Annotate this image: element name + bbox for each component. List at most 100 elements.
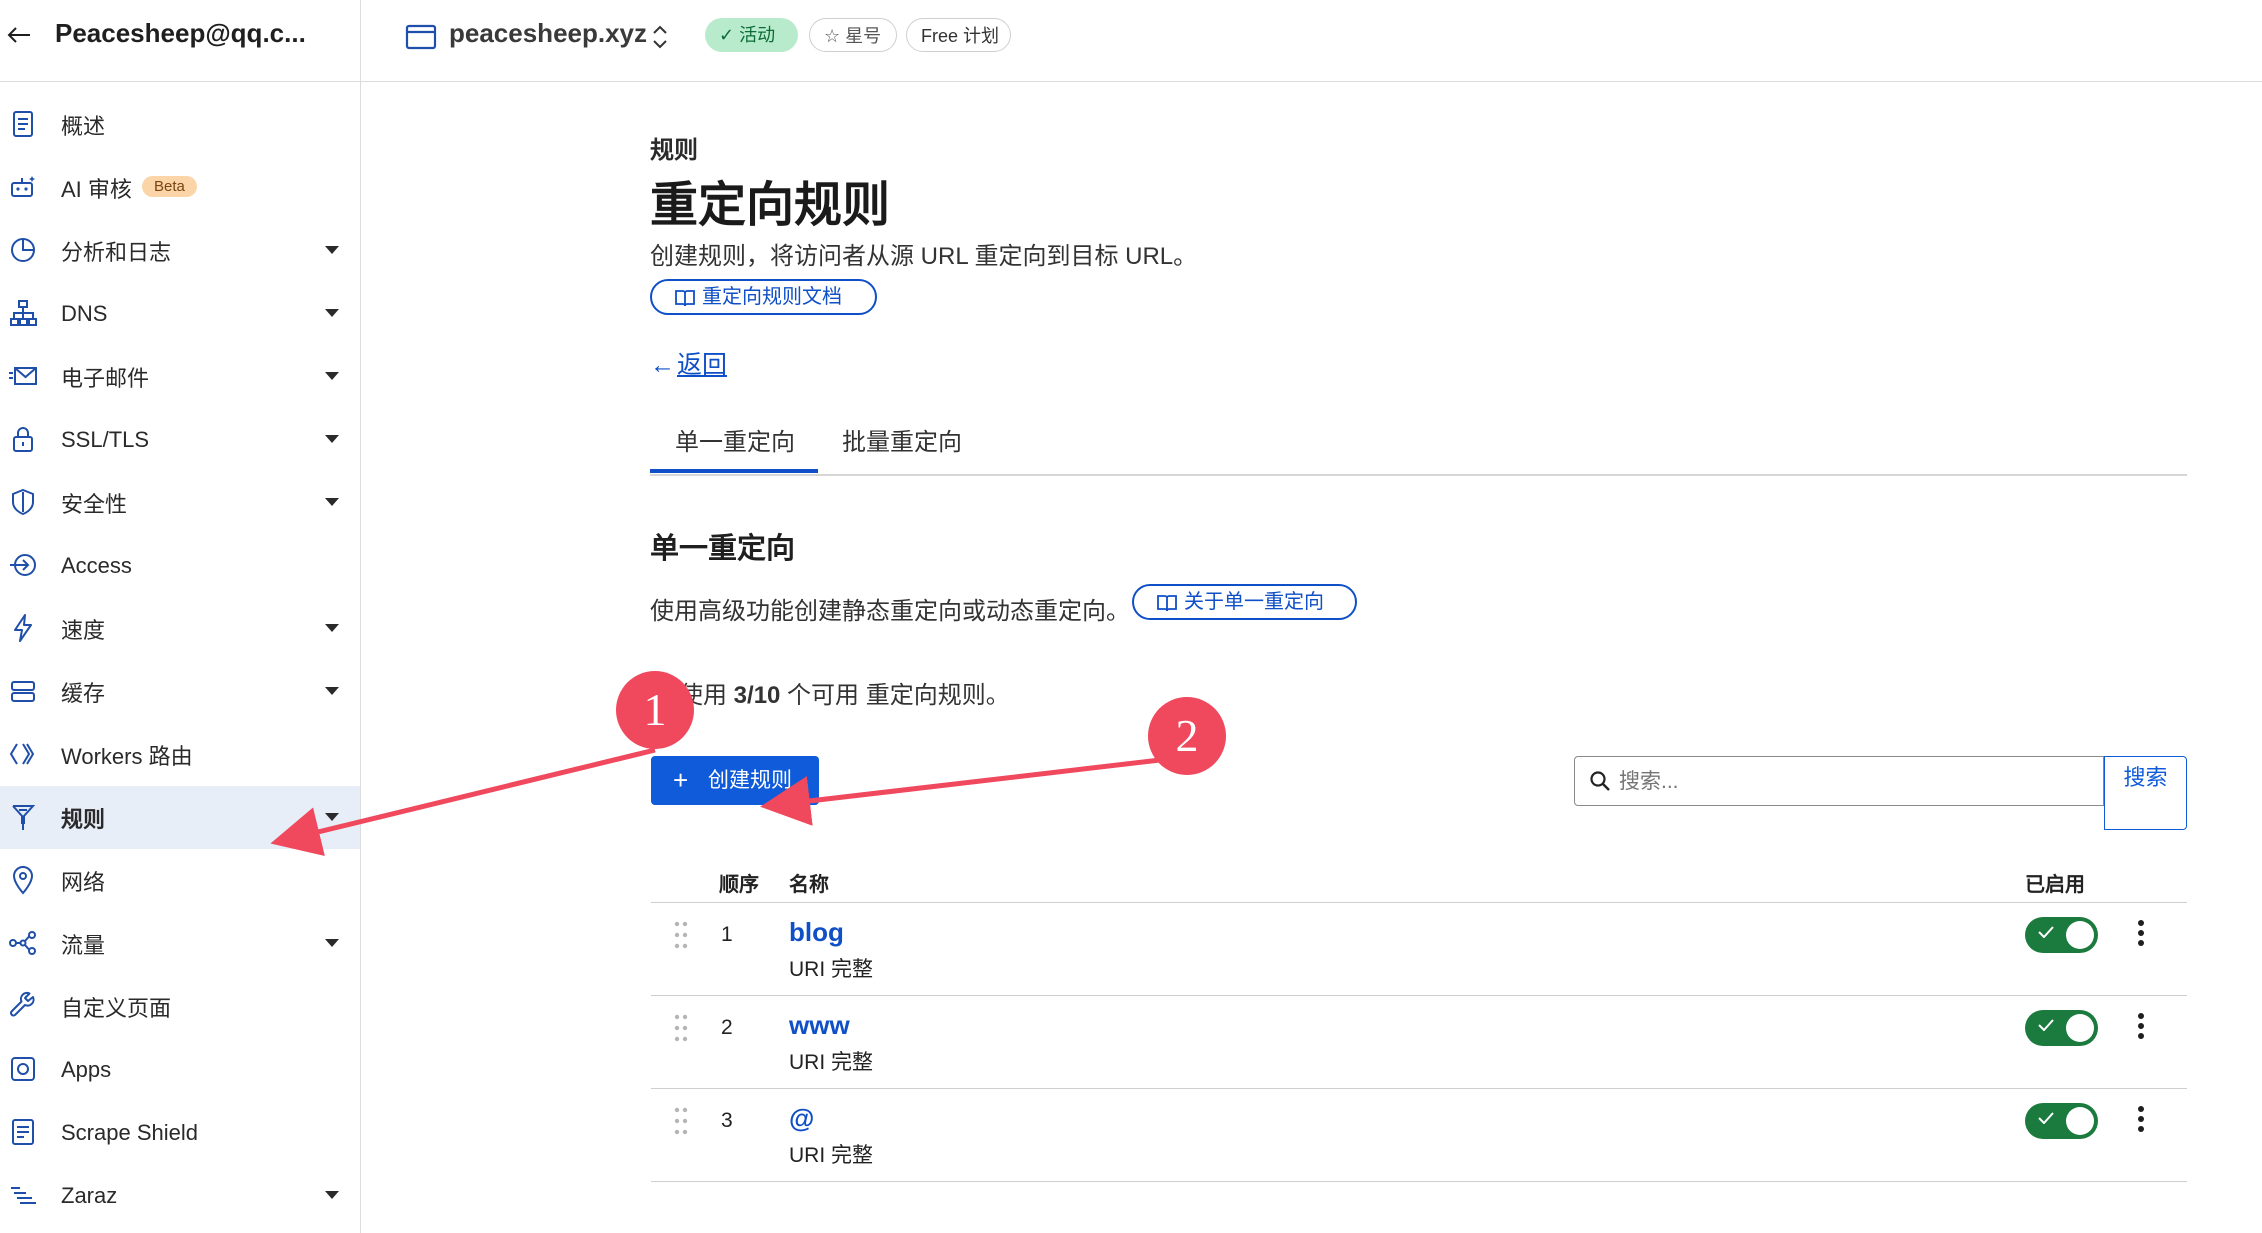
sidebar-item-11[interactable]: 规则 bbox=[0, 786, 360, 849]
chevron-up-down-icon[interactable] bbox=[648, 22, 672, 52]
sidebar-item-label: DNS bbox=[61, 300, 108, 326]
annotation-marker-2 bbox=[1148, 697, 1226, 775]
check-icon bbox=[2038, 926, 2054, 938]
sidebar-item-5[interactable]: SSL/TLS bbox=[0, 408, 360, 471]
drag-handle-icon[interactable] bbox=[674, 1106, 688, 1136]
sidebar-item-15[interactable]: Apps bbox=[0, 1038, 360, 1101]
sidebar-item-7[interactable]: Access bbox=[0, 534, 360, 597]
sidebar-item-label: 安全性 bbox=[61, 491, 128, 517]
tab-bar: 单一重定向 批量重定向 bbox=[650, 410, 2187, 476]
sidebar-item-6[interactable]: 安全性 bbox=[0, 471, 360, 534]
caret-down-icon[interactable] bbox=[325, 435, 339, 443]
sidebar-item-4[interactable]: 电子邮件 bbox=[0, 345, 360, 408]
row-order: 3 bbox=[721, 1109, 733, 1132]
caret-down-icon[interactable] bbox=[325, 309, 339, 317]
more-options-icon[interactable] bbox=[2137, 1104, 2145, 1134]
star-label: 星号 bbox=[845, 26, 882, 46]
star-icon: ☆ bbox=[824, 26, 846, 46]
about-single-redirect-button[interactable]: 关于单一重定向 bbox=[1132, 584, 1357, 620]
sidebar-item-label: AI 审核 bbox=[61, 176, 132, 202]
rule-name-link[interactable]: @ bbox=[789, 1103, 814, 1134]
header-enabled: 已启用 bbox=[2025, 874, 2085, 896]
rule-name-link[interactable]: www bbox=[789, 1010, 850, 1041]
sidebar-item-12[interactable]: 网络 bbox=[0, 849, 360, 912]
drag-handle-icon[interactable] bbox=[674, 920, 688, 950]
sidebar-item-label: 速度 bbox=[61, 617, 106, 643]
sidebar-item-1[interactable]: AI 审核 Beta bbox=[0, 156, 360, 219]
caret-down-icon[interactable] bbox=[325, 372, 339, 380]
email-icon bbox=[9, 367, 37, 385]
sidebar-item-3[interactable]: DNS bbox=[0, 282, 360, 345]
lock-icon bbox=[13, 427, 33, 452]
create-rule-label: 创建规则 bbox=[708, 769, 792, 792]
rule-name-link[interactable]: blog bbox=[789, 917, 844, 948]
caret-down-icon[interactable] bbox=[325, 246, 339, 254]
tab-bulk-redirect[interactable]: 批量重定向 bbox=[842, 422, 962, 457]
workers-icon bbox=[9, 743, 35, 765]
about-button-label: 关于单一重定向 bbox=[1184, 591, 1324, 613]
star-button[interactable]: ☆ 星号 bbox=[809, 18, 897, 52]
cache-stack-icon bbox=[11, 681, 35, 702]
search-icon bbox=[1590, 771, 1610, 791]
apps-icon bbox=[11, 1057, 35, 1081]
drag-handle-icon[interactable] bbox=[674, 1013, 688, 1043]
sidebar-item-label: 缓存 bbox=[61, 680, 106, 706]
back-link[interactable]: ←返回 bbox=[650, 345, 727, 381]
analytics-pie-icon bbox=[11, 238, 35, 262]
lightning-icon bbox=[14, 614, 32, 642]
toggle-knob bbox=[2066, 1014, 2094, 1042]
zone-name[interactable]: peacesheep.xyz bbox=[449, 18, 647, 49]
sidebar-item-label: Scrape Shield bbox=[61, 1119, 198, 1145]
caret-down-icon[interactable] bbox=[325, 1191, 339, 1199]
ai-robot-icon bbox=[11, 176, 35, 197]
caret-down-icon[interactable] bbox=[325, 939, 339, 947]
page-description: 创建规则，将访问者从源 URL 重定向到目标 URL。 bbox=[650, 243, 1198, 270]
active-tab-indicator bbox=[650, 469, 818, 473]
sidebar-item-label: 自定义页面 bbox=[61, 995, 172, 1021]
usage-count: 3/10 bbox=[733, 682, 781, 709]
account-name[interactable]: Peacesheep@qq.c... bbox=[55, 18, 306, 49]
tab-single-redirect[interactable]: 单一重定向 bbox=[675, 422, 795, 457]
enabled-toggle[interactable] bbox=[2025, 1103, 2098, 1139]
enabled-toggle[interactable] bbox=[2025, 1010, 2098, 1046]
back-arrow-icon[interactable] bbox=[4, 20, 34, 50]
sidebar-item-label: 流量 bbox=[61, 932, 106, 958]
caret-down-icon[interactable] bbox=[325, 624, 339, 632]
more-options-icon[interactable] bbox=[2137, 1011, 2145, 1041]
back-link-label: 返回 bbox=[677, 351, 728, 379]
header-order: 顺序 bbox=[719, 874, 759, 896]
more-options-icon[interactable] bbox=[2137, 918, 2145, 948]
sidebar-item-17[interactable]: Zaraz bbox=[0, 1164, 360, 1227]
sidebar-item-2[interactable]: 分析和日志 bbox=[0, 219, 360, 282]
sidebar-item-label: Access bbox=[61, 552, 132, 578]
sidebar-item-13[interactable]: 流量 bbox=[0, 912, 360, 975]
sidebar-item-9[interactable]: 缓存 bbox=[0, 660, 360, 723]
caret-down-icon[interactable] bbox=[325, 687, 339, 695]
sidebar-item-10[interactable]: Workers 路由 bbox=[0, 723, 360, 786]
sidebar-item-8[interactable]: 速度 bbox=[0, 597, 360, 660]
caret-down-icon[interactable] bbox=[325, 813, 339, 821]
sidebar-nav: 概述 AI 审核 Beta 分析和日志 DNS 电子邮件 SSL/TLS 安全性 Access 速… bbox=[0, 93, 360, 1227]
annotation-arrow-2 bbox=[760, 757, 1161, 826]
sidebar-item-label: Zaraz bbox=[61, 1182, 118, 1208]
plus-icon: + bbox=[673, 765, 689, 795]
search-button[interactable]: 搜索 bbox=[2104, 756, 2187, 830]
redirect-rules-docs-button[interactable]: 重定向规则文档 bbox=[650, 279, 877, 315]
sidebar-item-14[interactable]: 自定义页面 bbox=[0, 975, 360, 1038]
status-badge: ✓ 活动 bbox=[705, 18, 798, 52]
search-input[interactable] bbox=[1617, 765, 2091, 799]
caret-down-icon[interactable] bbox=[325, 498, 339, 506]
location-pin-icon bbox=[12, 866, 34, 895]
sidebar-item-label: Apps bbox=[61, 1056, 112, 1082]
table-row: 2 www URI 完整 bbox=[651, 996, 2187, 1089]
sidebar-item-label: 网络 bbox=[61, 869, 106, 895]
plan-badge[interactable]: Free 计划 bbox=[906, 18, 1011, 52]
search-field[interactable] bbox=[1574, 756, 2104, 806]
page-title: 重定向规则 bbox=[650, 179, 891, 232]
sidebar-item-16[interactable]: Scrape Shield bbox=[0, 1101, 360, 1164]
toggle-knob bbox=[2066, 921, 2094, 949]
check-icon bbox=[2038, 1112, 2054, 1124]
enabled-toggle[interactable] bbox=[2025, 917, 2098, 953]
create-rule-button[interactable]: + 创建规则 bbox=[651, 756, 819, 805]
sidebar-item-0[interactable]: 概述 bbox=[0, 93, 360, 156]
